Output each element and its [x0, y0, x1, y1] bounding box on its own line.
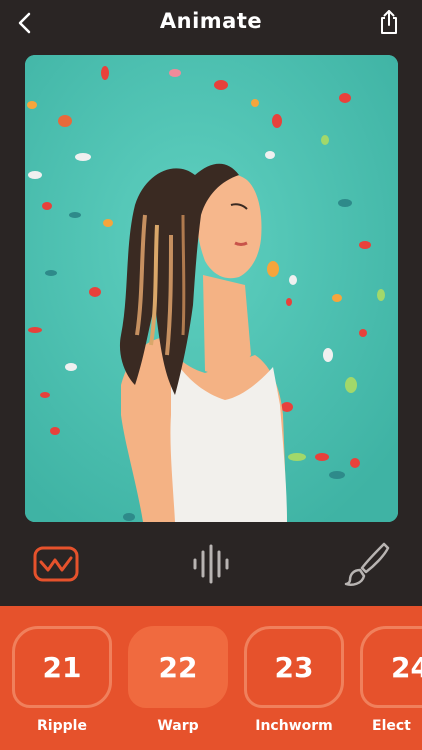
effect-number: 23 — [274, 650, 314, 684]
wave-tool-button[interactable] — [30, 538, 82, 590]
effect-strip: 21 Ripple 22 Warp 23 Inchworm 24 Elect — [0, 606, 422, 750]
effect-card-inchworm[interactable]: 23 — [244, 626, 344, 708]
animated-portrait-canvas[interactable] — [25, 55, 398, 522]
share-icon — [381, 10, 397, 34]
share-button[interactable] — [376, 8, 402, 36]
brush-icon — [344, 542, 390, 586]
page-title: Animate — [159, 9, 263, 33]
wave-icon — [33, 546, 79, 582]
effect-number: 24 — [391, 650, 422, 684]
audio-tool-button[interactable] — [185, 538, 237, 590]
effect-number: 22 — [158, 650, 198, 684]
effect-label: Elect — [372, 718, 411, 734]
effect-card-elect[interactable]: 24 — [360, 626, 422, 708]
tool-bar — [0, 530, 422, 598]
effect-label: Warp — [157, 718, 199, 734]
brush-tool-button[interactable] — [340, 538, 392, 590]
effect-number: 21 — [42, 650, 82, 684]
portrait-image — [25, 55, 398, 522]
effect-card-warp[interactable]: 22 — [128, 626, 228, 708]
effect-card-ripple[interactable]: 21 — [12, 626, 112, 708]
effect-label: Inchworm — [255, 718, 333, 734]
top-bar: Animate — [0, 0, 422, 46]
effect-label: Ripple — [37, 718, 87, 734]
audio-bars-icon — [193, 544, 229, 584]
